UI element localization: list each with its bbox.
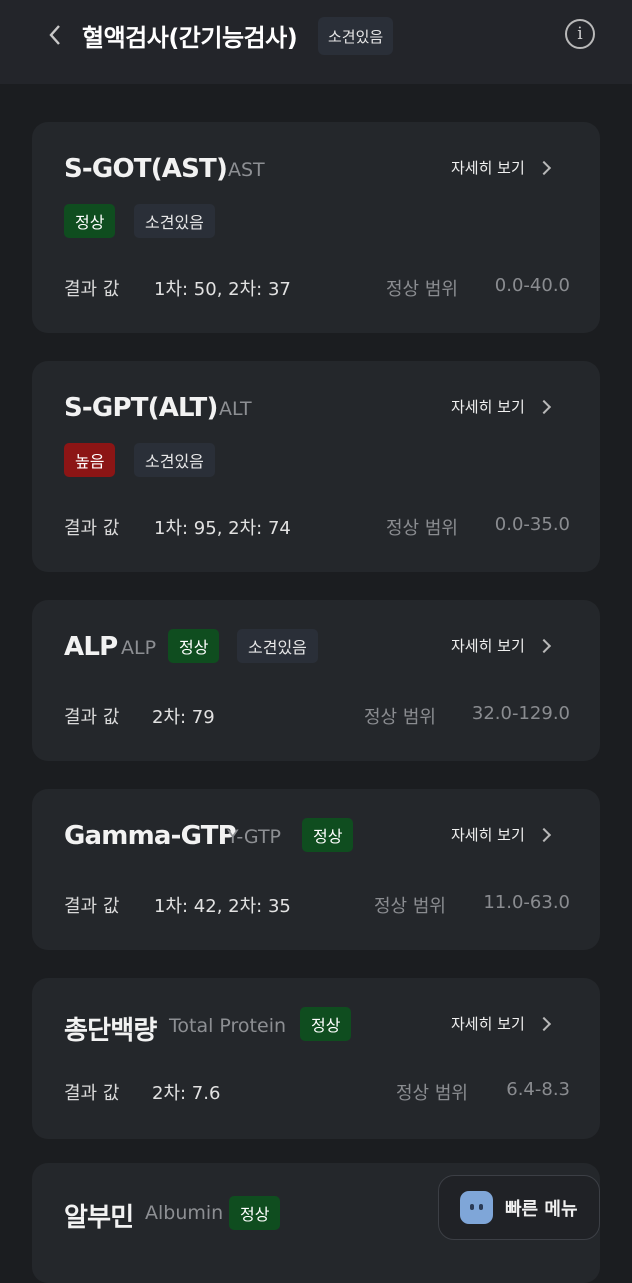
- test-card-sgot[interactable]: S-GOT(AST) AST 자세히 보기 정상 소견있음 결과 값 1차: 5…: [32, 122, 600, 333]
- status-badge-normal: 정상: [229, 1196, 281, 1230]
- result-label: 결과 값: [64, 279, 120, 300]
- result-value: 1차: 42, 2차: 35: [154, 896, 291, 917]
- result-value: 2차: 7.6: [152, 1083, 221, 1104]
- status-badge-high: 높음: [64, 443, 116, 477]
- chevron-left-icon: [49, 25, 60, 45]
- test-abbreviation: Albumin: [145, 1202, 224, 1224]
- chevron-right-icon: [536, 399, 551, 414]
- test-card-gamma-gtp[interactable]: Gamma-GTP Y-GTP 정상 자세히 보기 결과 값 1차: 42, 2…: [32, 789, 600, 950]
- test-name: S-GOT(AST): [64, 154, 228, 184]
- range-value: 0.0-40.0: [494, 275, 570, 296]
- test-abbreviation: Y-GTP: [227, 826, 282, 848]
- test-name: Gamma-GTP: [64, 821, 237, 851]
- back-button[interactable]: [40, 20, 70, 50]
- detail-link-label: 자세히 보기: [451, 637, 525, 655]
- range-label: 정상 범위: [386, 279, 458, 300]
- test-abbreviation: Total Protein: [169, 1015, 287, 1037]
- result-label: 결과 값: [64, 1083, 120, 1104]
- result-value: 2차: 79: [152, 707, 215, 728]
- result-label: 결과 값: [64, 896, 120, 917]
- test-name: S-GPT(ALT): [64, 393, 218, 423]
- finding-badge: 소견있음: [134, 204, 215, 238]
- detail-link[interactable]: 자세히 보기: [451, 396, 551, 417]
- finding-badge: 소견있음: [237, 629, 318, 663]
- top-app-bar: 혈액검사(간기능검사) 소견있음 i: [0, 0, 632, 84]
- robot-icon: [460, 1191, 493, 1224]
- range-value: 11.0-63.0: [483, 892, 570, 913]
- test-card-sgpt[interactable]: S-GPT(ALT) ALT 자세히 보기 높음 소견있음 결과 값 1차: 9…: [32, 361, 600, 572]
- detail-link-label: 자세히 보기: [451, 159, 525, 177]
- range-value: 6.4-8.3: [506, 1079, 570, 1100]
- status-badge-normal: 정상: [168, 629, 220, 663]
- test-abbreviation: ALT: [219, 398, 252, 420]
- result-value: 1차: 50, 2차: 37: [154, 279, 291, 300]
- quick-menu-button[interactable]: 빠른 메뉴: [438, 1175, 600, 1240]
- test-card-total-protein[interactable]: 총단백량 Total Protein 정상 자세히 보기 결과 값 2차: 7.…: [32, 978, 600, 1139]
- range-label: 정상 범위: [386, 518, 458, 539]
- test-abbreviation: ALP: [121, 637, 157, 659]
- finding-badge: 소견있음: [134, 443, 215, 477]
- detail-link-label: 자세히 보기: [451, 1015, 525, 1033]
- status-badge-normal: 정상: [300, 1007, 352, 1041]
- chevron-right-icon: [536, 638, 551, 653]
- status-badge-normal: 정상: [64, 204, 116, 238]
- detail-link-label: 자세히 보기: [451, 398, 525, 416]
- result-label: 결과 값: [64, 707, 120, 728]
- page-title: 혈액검사(간기능검사): [82, 24, 298, 52]
- finding-badge: 소견있음: [318, 17, 394, 55]
- range-label: 정상 범위: [364, 707, 436, 728]
- test-name: ALP: [64, 632, 118, 662]
- detail-link[interactable]: 자세히 보기: [451, 824, 551, 845]
- result-label: 결과 값: [64, 518, 120, 539]
- quick-menu-label: 빠른 메뉴: [505, 1198, 578, 1220]
- detail-link[interactable]: 자세히 보기: [451, 1013, 551, 1034]
- test-card-alp[interactable]: ALP ALP 정상 소견있음 자세히 보기 결과 값 2차: 79 정상 범위…: [32, 600, 600, 761]
- test-name: 알부민: [64, 1203, 134, 1233]
- test-abbreviation: AST: [228, 159, 265, 181]
- result-value: 1차: 95, 2차: 74: [154, 518, 291, 539]
- chevron-right-icon: [536, 1016, 551, 1031]
- detail-link[interactable]: 자세히 보기: [451, 157, 551, 178]
- test-name: 총단백량: [64, 1016, 157, 1046]
- status-badge-normal: 정상: [302, 818, 354, 852]
- detail-link[interactable]: 자세히 보기: [451, 635, 551, 656]
- chevron-right-icon: [536, 160, 551, 175]
- detail-link-label: 자세히 보기: [451, 826, 525, 844]
- chevron-right-icon: [536, 827, 551, 842]
- info-icon[interactable]: i: [565, 19, 595, 49]
- range-value: 0.0-35.0: [494, 514, 570, 535]
- range-value: 32.0-129.0: [471, 703, 570, 724]
- range-label: 정상 범위: [396, 1083, 468, 1104]
- range-label: 정상 범위: [374, 896, 446, 917]
